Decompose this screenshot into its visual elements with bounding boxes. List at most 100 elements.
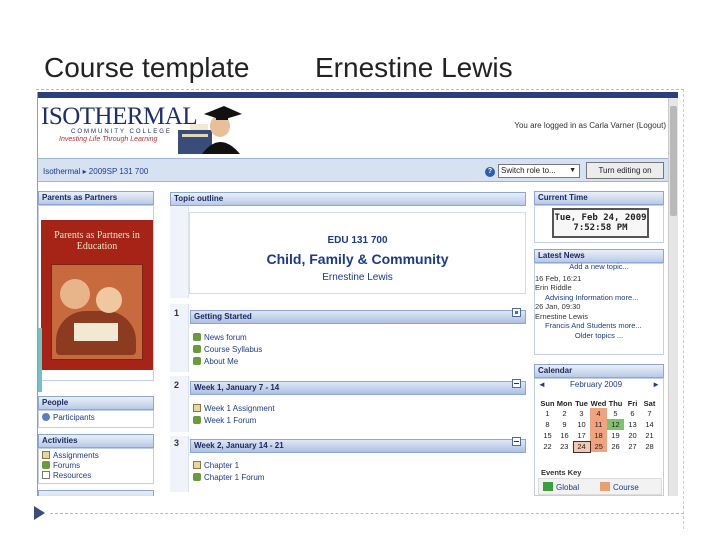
chevron-down-icon: ▼ bbox=[569, 167, 576, 174]
calendar-day[interactable]: 22 bbox=[539, 441, 556, 452]
calendar-day[interactable]: 23 bbox=[556, 441, 573, 452]
course-syllabus-link[interactable]: Course Syllabus bbox=[193, 345, 262, 354]
clock-date: Tue, Feb 24, 2009 bbox=[554, 213, 647, 223]
calendar-day[interactable]: 19 bbox=[607, 430, 624, 441]
calendar-day[interactable]: 7 bbox=[641, 408, 658, 419]
collapse-section-icon[interactable] bbox=[512, 437, 521, 446]
chapter-1-forum-link[interactable]: Chapter 1 Forum bbox=[193, 473, 264, 482]
forums-link[interactable]: Forums bbox=[42, 461, 80, 470]
next-month-icon[interactable]: ► bbox=[652, 380, 660, 389]
older-topics-link[interactable]: Older topics ... bbox=[535, 331, 663, 341]
breadcrumb[interactable]: Isothermal ▸ 2009SP 131 700 bbox=[43, 167, 148, 176]
calendar-day[interactable]: 28 bbox=[641, 441, 658, 452]
news-date: 16 Feb, 16:21 bbox=[535, 273, 582, 283]
calendar-day[interactable]: 13 bbox=[624, 419, 641, 430]
link-label: Chapter 1 Forum bbox=[204, 473, 265, 482]
clock-time: 7:52:58 PM bbox=[573, 223, 628, 233]
participants-link[interactable]: Participants bbox=[42, 413, 95, 422]
calendar-day-event[interactable]: 18 bbox=[590, 430, 607, 441]
slide-author: Ernestine Lewis bbox=[315, 52, 513, 83]
title-divider bbox=[36, 89, 684, 90]
document-icon bbox=[193, 461, 201, 469]
logo-tagline: Investing Life Through Learning bbox=[59, 136, 158, 143]
moodle-screenshot: ISOTHERMAL COMMUNITY COLLEGE Investing L… bbox=[37, 92, 678, 496]
forum-icon bbox=[193, 357, 201, 365]
section-number: 2 bbox=[174, 380, 180, 390]
collapse-section-icon[interactable] bbox=[512, 379, 521, 388]
calendar-grid: Sun Mon Tue Wed Thu Fri Sat 1 2 3 4 5 6 … bbox=[539, 398, 659, 453]
chapter-1-link[interactable]: Chapter 1 bbox=[193, 461, 239, 470]
section-title: Getting Started bbox=[190, 310, 526, 324]
weekday-mon: Mon bbox=[556, 398, 573, 408]
scrollbar-thumb[interactable] bbox=[670, 106, 677, 216]
week-1-assignment-link[interactable]: Week 1 Assignment bbox=[193, 404, 275, 413]
assignment-icon bbox=[193, 404, 201, 412]
calendar-day-event[interactable]: 4 bbox=[590, 408, 607, 419]
about-me-link[interactable]: About Me bbox=[193, 357, 238, 366]
calendar-day-today[interactable]: 24 bbox=[572, 440, 591, 453]
calendar-day[interactable]: 5 bbox=[607, 408, 624, 419]
weekday-sun: Sun bbox=[540, 398, 555, 408]
switch-role-value: Switch role to... bbox=[501, 166, 556, 175]
calendar-day-event[interactable]: 11 bbox=[590, 419, 607, 430]
section-2-strip bbox=[170, 376, 189, 432]
section-1-strip bbox=[170, 304, 189, 372]
forum-icon bbox=[42, 461, 50, 469]
calendar-day[interactable]: 14 bbox=[641, 419, 658, 430]
course-events-key[interactable]: Course bbox=[600, 482, 639, 492]
show-only-section-icon[interactable] bbox=[512, 308, 521, 317]
calendar-day[interactable]: 8 bbox=[539, 419, 556, 430]
calendar-day[interactable]: 27 bbox=[624, 441, 641, 452]
slide-title: Course template bbox=[44, 52, 250, 83]
graduate-icon bbox=[178, 106, 242, 154]
book-cover-image[interactable]: Parents as Partners in Education bbox=[41, 220, 153, 370]
help-icon[interactable]: ? bbox=[485, 167, 495, 177]
course-code: EDU 131 700 bbox=[327, 235, 388, 246]
add-topic-link[interactable]: Add a new topic... bbox=[535, 262, 663, 272]
calendar-day[interactable]: 17 bbox=[573, 430, 590, 441]
section-title: Week 1, January 7 - 14 bbox=[190, 381, 526, 395]
calendar-day[interactable]: 10 bbox=[573, 419, 590, 430]
calendar-day[interactable]: 16 bbox=[556, 430, 573, 441]
calendar-day[interactable]: 3 bbox=[573, 408, 590, 419]
section-title: Week 2, January 14 - 21 bbox=[190, 439, 526, 453]
link-label: Week 1 Forum bbox=[204, 416, 257, 425]
calendar-day[interactable]: 21 bbox=[641, 430, 658, 441]
login-status[interactable]: You are logged in as Carla Varner (Logou… bbox=[514, 121, 666, 130]
global-label: Global bbox=[556, 483, 580, 492]
book-illustration bbox=[51, 264, 143, 360]
calendar-day[interactable]: 26 bbox=[607, 441, 624, 452]
turn-editing-on-button[interactable]: Turn editing on bbox=[586, 162, 664, 179]
calendar-day[interactable]: 15 bbox=[539, 430, 556, 441]
weekday-sat: Sat bbox=[643, 398, 656, 408]
week-1-forum-link[interactable]: Week 1 Forum bbox=[193, 416, 256, 425]
global-events-key[interactable]: Global bbox=[543, 482, 579, 492]
participants-label: Participants bbox=[53, 413, 95, 422]
side-accent bbox=[38, 328, 42, 392]
resources-link[interactable]: Resources bbox=[42, 471, 91, 480]
news-date: 26 Jan, 09:30 bbox=[535, 302, 581, 311]
link-label: Chapter 1 bbox=[204, 461, 240, 470]
switch-role-select[interactable]: Switch role to... ▼ bbox=[498, 164, 580, 178]
activities-block-header: Activities bbox=[38, 434, 154, 448]
forum-icon bbox=[193, 333, 201, 341]
calendar-day[interactable]: 6 bbox=[624, 408, 641, 419]
news-item-link[interactable]: Francis And Students more... bbox=[535, 321, 663, 331]
calendar-day[interactable]: 9 bbox=[556, 419, 573, 430]
news-forum-link[interactable]: News forum bbox=[193, 333, 247, 342]
news-item-link[interactable]: Advising Information more... bbox=[535, 293, 663, 303]
calendar-day-event[interactable]: 12 bbox=[607, 419, 624, 430]
calendar-day[interactable]: 1 bbox=[539, 408, 556, 419]
college-logo[interactable]: ISOTHERMAL COMMUNITY COLLEGE Investing L… bbox=[41, 104, 198, 143]
course-instructor: Ernestine Lewis bbox=[322, 272, 393, 283]
global-swatch-icon bbox=[543, 482, 553, 491]
calendar-day[interactable]: 2 bbox=[556, 408, 573, 419]
bullet-arrow-icon bbox=[34, 506, 45, 520]
course-title-box: EDU 131 700 Child, Family & Community Er… bbox=[189, 212, 526, 294]
calendar-day[interactable]: 20 bbox=[624, 430, 641, 441]
news-author: Ernestine Lewis bbox=[535, 311, 588, 321]
prev-month-icon[interactable]: ◄ bbox=[538, 380, 546, 389]
assignments-link[interactable]: Assignments bbox=[42, 451, 99, 460]
calendar-month[interactable]: February 2009 bbox=[570, 380, 622, 389]
calendar-day-event[interactable]: 25 bbox=[590, 441, 607, 452]
